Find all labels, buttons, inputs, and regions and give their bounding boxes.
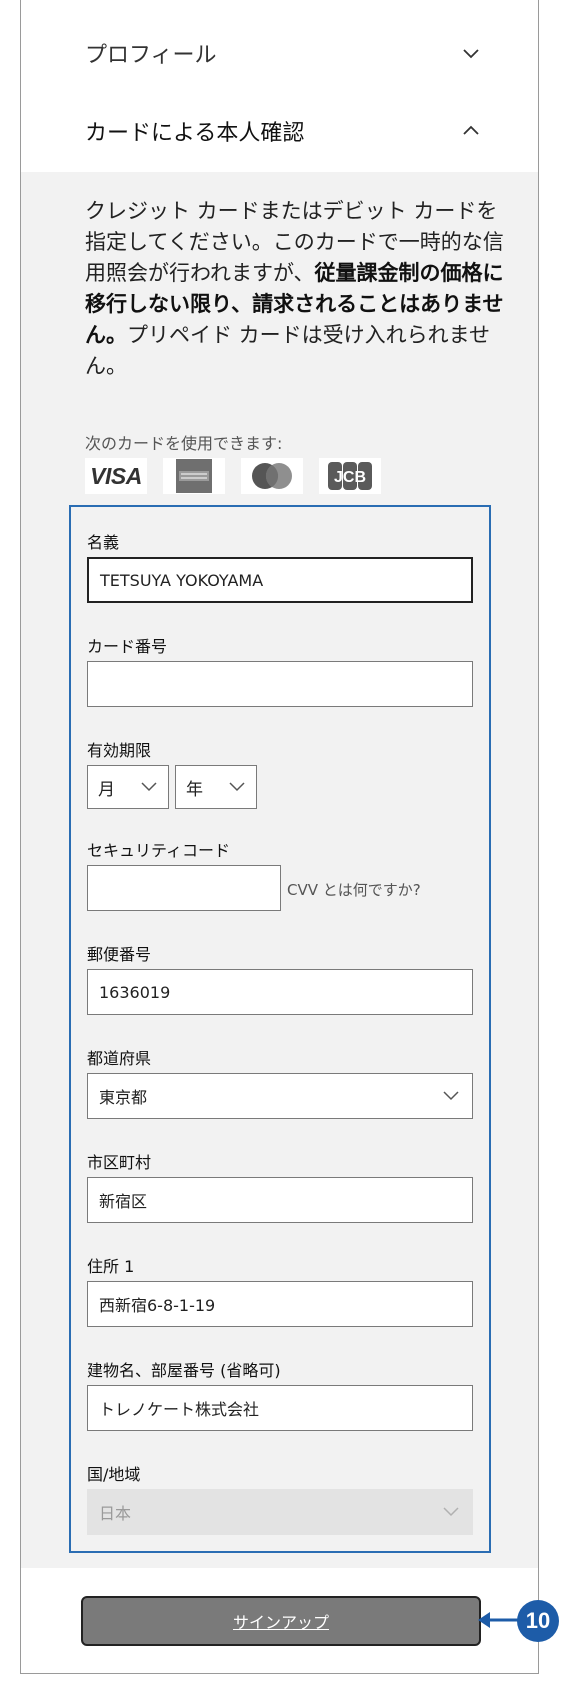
expiry-year-value: 年 [186,779,203,800]
expiry-label: 有効期限 [87,741,152,760]
security-code-label: セキュリティコード [87,841,231,860]
visa-logo-text: VISA [90,462,142,489]
jcb-icon: JCB [319,458,381,494]
accordion-profile[interactable]: プロフィール [21,22,538,84]
address1-input[interactable]: 西新宿6-8-1-19 [87,1281,473,1327]
country-value: 日本 [99,1504,132,1523]
prefecture-value: 東京都 [99,1088,148,1107]
chevron-down-icon [443,1091,459,1101]
signup-button[interactable]: サインアップ [81,1596,481,1646]
visa-icon: VISA [85,458,147,494]
city-label: 市区町村 [87,1153,152,1172]
card-description: クレジット カードまたはデビット カードを指定してください。このカードで一時的な… [85,196,505,382]
card-number-input[interactable] [87,661,473,707]
accordion-card-verification-label: カードによる本人確認 [85,121,305,146]
card-number-label: カード番号 [87,637,168,656]
city-input[interactable]: 新宿区 [87,1177,473,1223]
chevron-down-icon [229,782,245,792]
prefecture-label: 都道府県 [87,1049,152,1068]
postal-code-label: 郵便番号 [87,945,152,964]
chevron-down-icon [463,49,479,59]
chevron-down-icon [443,1507,459,1517]
mastercard-icon [241,458,303,494]
accepted-cards-label: 次のカードを使用できます: [85,434,283,453]
cvv-help-link[interactable]: CVV とは何ですか? [287,879,421,900]
amex-icon [163,458,225,494]
cardholder-name-input[interactable]: TETSUYA YOKOYAMA [87,557,473,603]
step-callout-badge: 10 [517,1600,559,1642]
accordion-card-verification[interactable]: カードによる本人確認 [21,100,538,162]
expiry-month-select[interactable]: 月 [87,765,169,809]
building-label: 建物名、部屋番号 (省略可) [87,1361,281,1380]
accepted-cards: VISA JCB [85,458,381,494]
country-label: 国/地域 [87,1465,141,1484]
accordion-profile-label: プロフィール [85,43,217,68]
security-code-input[interactable] [87,865,281,911]
name-label: 名義 [87,533,120,552]
amex-logo [176,459,212,493]
country-select: 日本 [87,1489,473,1535]
chevron-down-icon [141,782,157,792]
mastercard-logo [252,463,292,489]
expiry-month-value: 月 [98,779,115,800]
address1-label: 住所 1 [87,1257,135,1276]
chevron-up-icon [463,125,479,135]
expiry-year-select[interactable]: 年 [175,765,257,809]
jcb-logo: JCB [328,462,372,490]
payment-form: 名義 TETSUYA YOKOYAMA カード番号 有効期限 月 年 セキュリテ… [69,505,491,1553]
postal-code-input[interactable]: 1636019 [87,969,473,1015]
signup-panel: プロフィール カードによる本人確認 クレジット カードまたはデビット カードを指… [20,0,539,1674]
building-input[interactable]: トレノケート株式会社 [87,1385,473,1431]
jcb-logo-text: JCB [334,469,366,486]
prefecture-select[interactable]: 東京都 [87,1073,473,1119]
description-text-end: プリペイド カードは受け入れられません。 [85,323,491,378]
